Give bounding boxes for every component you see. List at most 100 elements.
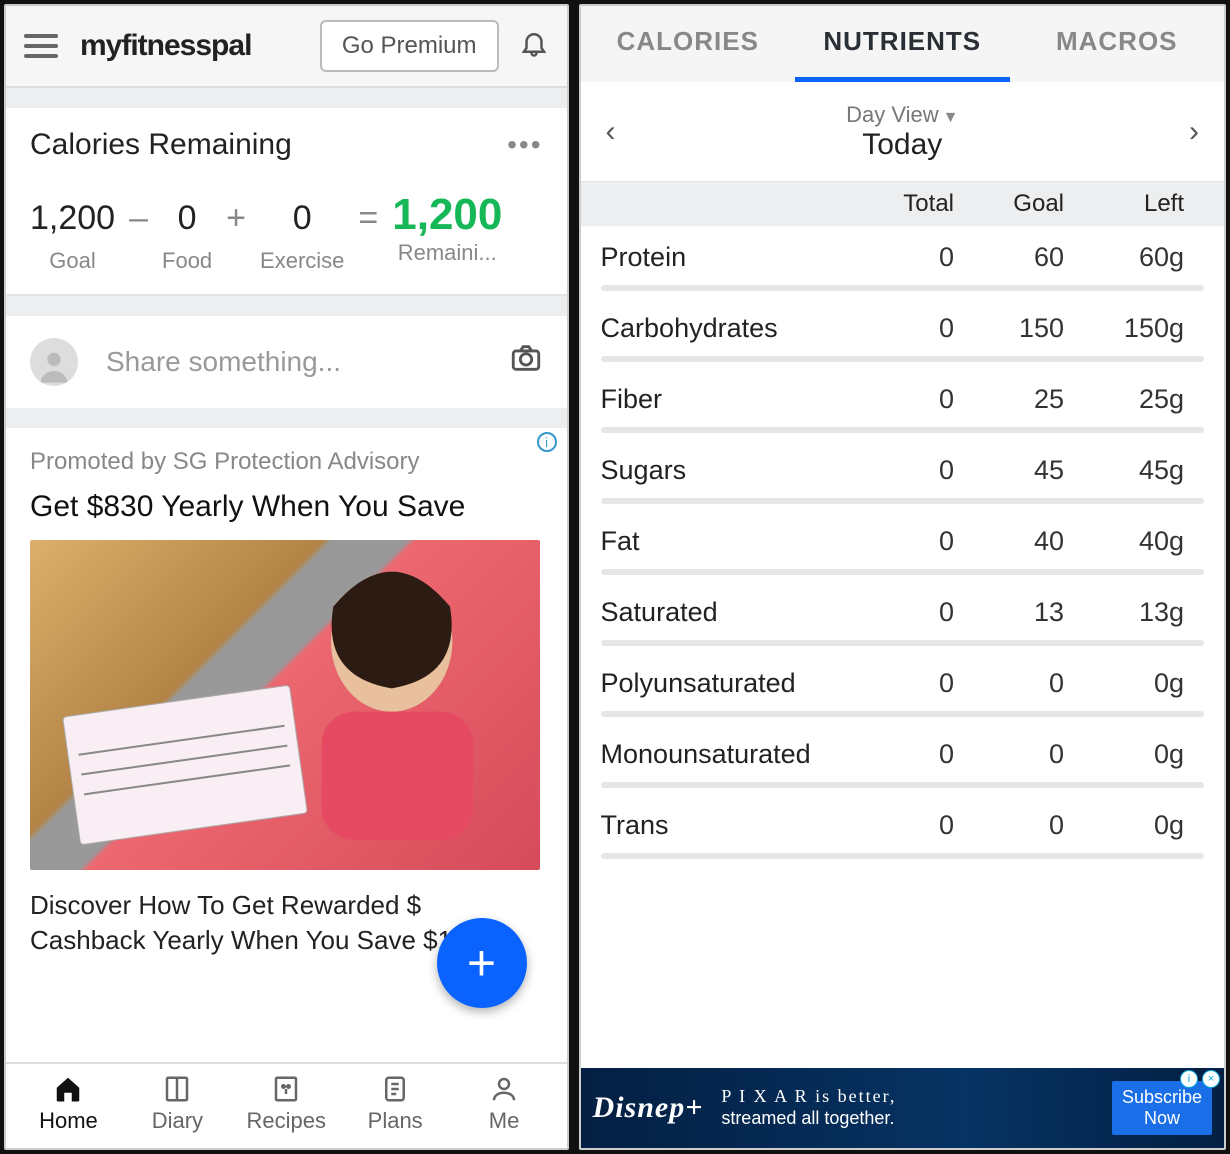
nutrient-row[interactable]: Sugars 0 45 45g bbox=[581, 439, 1224, 510]
nutrient-total: 0 bbox=[844, 597, 954, 628]
promo-title: Get $830 Yearly When You Save bbox=[30, 490, 543, 524]
nav-me[interactable]: Me bbox=[450, 1072, 559, 1134]
ad-info-icon[interactable]: i bbox=[537, 432, 557, 452]
notification-icon[interactable] bbox=[519, 28, 549, 65]
card-title: Calories Remaining bbox=[30, 128, 292, 162]
go-premium-button[interactable]: Go Premium bbox=[320, 20, 499, 72]
nutrient-goal: 0 bbox=[954, 739, 1064, 770]
nutrient-row[interactable]: Polyunsaturated 0 0 0g bbox=[581, 652, 1224, 723]
nutrient-row[interactable]: Saturated 0 13 13g bbox=[581, 581, 1224, 652]
prev-day-icon[interactable]: ‹ bbox=[581, 115, 641, 149]
nutrient-left: 45g bbox=[1064, 455, 1204, 486]
person-icon bbox=[450, 1072, 559, 1106]
nutrient-total: 0 bbox=[844, 313, 954, 344]
remaining-label: Remaini... bbox=[392, 240, 502, 266]
avatar-icon bbox=[30, 338, 78, 386]
tab-bar: CALORIES NUTRIENTS MACROS bbox=[581, 6, 1224, 82]
calories-equation: 1,200 Goal – 0 Food + 0 Exercise = 1,200… bbox=[30, 190, 543, 274]
camera-icon[interactable] bbox=[509, 341, 543, 384]
diary-icon bbox=[123, 1072, 232, 1106]
calories-remaining-card: Calories Remaining ••• 1,200 Goal – 0 Fo… bbox=[6, 108, 567, 296]
nutrient-goal: 45 bbox=[954, 455, 1064, 486]
header-total: Total bbox=[844, 190, 954, 218]
nutrient-row[interactable]: Fiber 0 25 25g bbox=[581, 368, 1224, 439]
bottom-nav: Home Diary Recipes Plans Me bbox=[6, 1062, 567, 1148]
nutrient-row[interactable]: Trans 0 0 0g bbox=[581, 794, 1224, 865]
nutrient-left: 0g bbox=[1064, 810, 1204, 841]
tab-macros[interactable]: MACROS bbox=[1010, 6, 1224, 82]
nutrient-name: Carbohydrates bbox=[601, 313, 844, 344]
nutrient-left: 25g bbox=[1064, 384, 1204, 415]
nutrient-row[interactable]: Carbohydrates 0 150 150g bbox=[581, 297, 1224, 368]
nutrient-progress-bar bbox=[601, 853, 1204, 859]
nutrient-row[interactable]: Protein 0 60 60g bbox=[581, 226, 1224, 297]
nav-plans[interactable]: Plans bbox=[341, 1072, 450, 1134]
food-label: Food bbox=[162, 248, 212, 274]
nutrient-name: Monounsaturated bbox=[601, 739, 844, 770]
nutrient-goal: 0 bbox=[954, 668, 1064, 699]
nutrient-name: Trans bbox=[601, 810, 844, 841]
add-fab[interactable]: + bbox=[437, 918, 527, 1008]
nutrient-row[interactable]: Fat 0 40 40g bbox=[581, 510, 1224, 581]
nutrient-header: Total Goal Left bbox=[581, 182, 1224, 226]
spacer bbox=[6, 88, 567, 108]
exercise-label: Exercise bbox=[260, 248, 344, 274]
promo-by: Promoted by SG Protection Advisory bbox=[30, 448, 543, 476]
nutrient-list: Protein 0 60 60g Carbohydrates 0 150 150… bbox=[581, 226, 1224, 865]
nav-label: Diary bbox=[123, 1108, 232, 1134]
view-label: Day View bbox=[846, 102, 939, 127]
nutrient-goal: 25 bbox=[954, 384, 1064, 415]
tab-nutrients[interactable]: NUTRIENTS bbox=[795, 6, 1009, 82]
recipes-icon bbox=[232, 1072, 341, 1106]
ad-info-icon[interactable]: i bbox=[1180, 1070, 1198, 1088]
nutrient-goal: 60 bbox=[954, 242, 1064, 273]
nutrient-total: 0 bbox=[844, 668, 954, 699]
date-bar: ‹ Day View▼ Today › bbox=[581, 82, 1224, 182]
food-value: 0 bbox=[162, 199, 212, 238]
share-composer[interactable]: Share something... bbox=[6, 316, 567, 408]
nutrient-goal: 150 bbox=[954, 313, 1064, 344]
tab-calories[interactable]: CALORIES bbox=[581, 6, 795, 82]
spacer bbox=[6, 296, 567, 316]
nav-label: Me bbox=[450, 1108, 559, 1134]
promoted-card[interactable]: i Promoted by SG Protection Advisory Get… bbox=[6, 428, 567, 958]
nutrient-left: 0g bbox=[1064, 739, 1204, 770]
nutrient-total: 0 bbox=[844, 242, 954, 273]
nutrient-progress-bar bbox=[601, 640, 1204, 646]
nutrient-progress-bar bbox=[601, 285, 1204, 291]
date-label: Today bbox=[641, 128, 1164, 162]
more-icon[interactable]: ••• bbox=[507, 129, 542, 161]
nutrient-name: Polyunsaturated bbox=[601, 668, 844, 699]
nav-home[interactable]: Home bbox=[14, 1072, 123, 1134]
spacer bbox=[6, 408, 567, 428]
ad-banner[interactable]: i× Disnep+ P I X A R is better, streamed… bbox=[581, 1068, 1224, 1148]
goal-label: Goal bbox=[30, 248, 115, 274]
nutrient-progress-bar bbox=[601, 356, 1204, 362]
nutrient-goal: 40 bbox=[954, 526, 1064, 557]
nutrient-left: 150g bbox=[1064, 313, 1204, 344]
header: myfitnesspal Go Premium bbox=[6, 6, 567, 88]
nutrient-row[interactable]: Monounsaturated 0 0 0g bbox=[581, 723, 1224, 794]
next-day-icon[interactable]: › bbox=[1164, 115, 1224, 149]
menu-icon[interactable] bbox=[24, 34, 58, 58]
plus-icon: + bbox=[467, 934, 496, 992]
nutrient-left: 0g bbox=[1064, 668, 1204, 699]
nutrient-total: 0 bbox=[844, 455, 954, 486]
nutrient-left: 13g bbox=[1064, 597, 1204, 628]
promo-image bbox=[30, 540, 540, 870]
nutrient-left: 40g bbox=[1064, 526, 1204, 557]
ad-controls[interactable]: i× bbox=[1180, 1070, 1220, 1088]
nav-label: Plans bbox=[341, 1108, 450, 1134]
minus-sign: – bbox=[129, 199, 148, 238]
date-selector[interactable]: Day View▼ Today bbox=[641, 102, 1164, 162]
ad-close-icon[interactable]: × bbox=[1202, 1070, 1220, 1088]
equals-sign: = bbox=[358, 199, 378, 238]
remaining-value: 1,200 bbox=[392, 190, 502, 240]
nav-diary[interactable]: Diary bbox=[123, 1072, 232, 1134]
goal-value: 1,200 bbox=[30, 199, 115, 238]
nav-recipes[interactable]: Recipes bbox=[232, 1072, 341, 1134]
nutrient-name: Fiber bbox=[601, 384, 844, 415]
plans-icon bbox=[341, 1072, 450, 1106]
ad-brand: Disnep+ bbox=[593, 1091, 704, 1125]
subscribe-button[interactable]: Subscribe Now bbox=[1112, 1081, 1212, 1135]
